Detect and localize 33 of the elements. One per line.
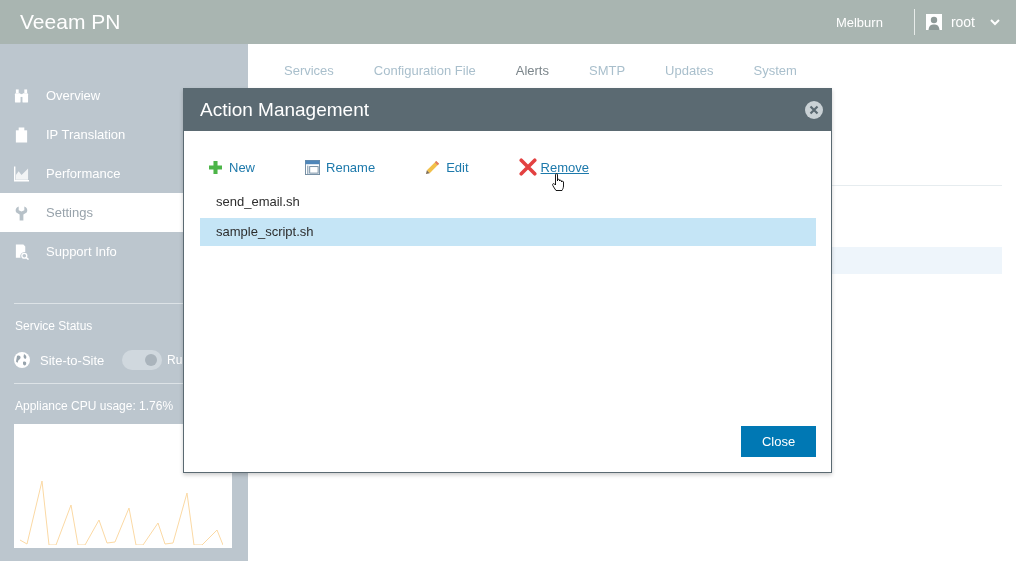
user-menu[interactable]: root xyxy=(925,14,1000,30)
window-icon xyxy=(305,159,320,175)
hand-pointer-icon xyxy=(551,173,564,191)
chevron-icon xyxy=(990,18,1000,26)
tab[interactable]: Configuration File xyxy=(353,62,496,90)
section-heading: Service Status xyxy=(15,319,93,333)
cross-icon xyxy=(518,158,537,176)
location-label: Melburn xyxy=(835,14,883,30)
tab[interactable]: Services xyxy=(264,62,354,90)
service-status: Ru xyxy=(167,353,183,367)
close-button[interactable]: Close xyxy=(741,426,816,457)
toolbar-button[interactable]: Remove xyxy=(518,157,589,177)
service-name: Site-to-Site xyxy=(40,352,106,368)
tab[interactable]: SMTP xyxy=(569,62,646,90)
wrench-icon xyxy=(14,204,29,221)
cpu-usage-label: Appliance CPU usage: 1.76% xyxy=(15,399,174,413)
binoculars-icon xyxy=(14,87,29,104)
toolbar-button[interactable]: Rename xyxy=(305,157,376,177)
close-icon[interactable] xyxy=(805,101,823,119)
area-chart-icon xyxy=(14,165,29,182)
globe-icon xyxy=(14,352,30,368)
app-title: Veeam PN xyxy=(20,10,121,34)
list-item[interactable]: sample_script.sh xyxy=(200,218,816,246)
tab[interactable]: Updates xyxy=(645,62,734,90)
toggle-switch[interactable] xyxy=(122,350,162,370)
toolbar-button[interactable]: New xyxy=(209,157,255,177)
plus-icon xyxy=(209,160,222,174)
tab[interactable]: System xyxy=(733,62,817,90)
document-search-icon xyxy=(14,243,29,260)
clipboard-icon xyxy=(14,126,29,143)
pencil-icon xyxy=(425,159,441,175)
user-avatar-icon xyxy=(925,14,942,30)
toolbar-button[interactable]: Edit xyxy=(425,157,469,177)
